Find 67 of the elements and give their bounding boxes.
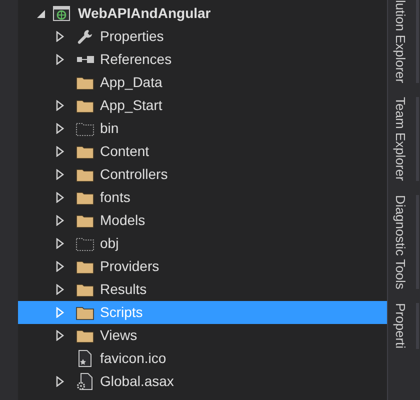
tree-item-label: Models [100, 211, 146, 230]
tree-item[interactable]: Results [18, 278, 387, 301]
tree-item-label: App_Data [100, 73, 162, 92]
tree-item-label: Content [100, 142, 150, 161]
tree-item[interactable]: favicon.ico [18, 347, 387, 370]
tree-item[interactable]: Controllers [18, 163, 387, 186]
tree-item-label: Global.asax [100, 372, 174, 391]
tree-item[interactable]: Properties [18, 25, 387, 48]
tree-item[interactable]: Global.asax [18, 370, 387, 393]
tree-item[interactable]: App_Data [18, 71, 387, 94]
tree-item-label: bin [100, 119, 119, 138]
dotted-folder-icon [76, 236, 94, 251]
expand-arrow-icon[interactable] [56, 376, 64, 387]
expand-arrow-icon[interactable] [56, 192, 64, 203]
expand-arrow-icon[interactable] [56, 146, 64, 157]
tree-item[interactable]: bin [18, 117, 387, 140]
tree-item-label: obj [100, 234, 119, 253]
side-tab[interactable]: lution Explorer [388, 0, 420, 84]
expand-arrow-icon[interactable] [56, 169, 64, 180]
expand-arrow-icon[interactable] [56, 100, 64, 111]
folder-icon [76, 305, 94, 320]
expand-arrow-icon[interactable] [56, 261, 64, 272]
file-icon [78, 350, 92, 367]
dotted-folder-icon [76, 121, 94, 136]
tree-item-label: Scripts [100, 303, 143, 322]
tree-item-label: References [100, 50, 172, 69]
expand-arrow-icon[interactable] [56, 54, 64, 65]
tree-item-label: Providers [100, 257, 160, 276]
tree-item[interactable]: Models [18, 209, 387, 232]
tree-item[interactable]: References [18, 48, 387, 71]
folder-icon [76, 328, 94, 343]
tree-item[interactable]: fonts [18, 186, 387, 209]
tree-item[interactable]: Views [18, 324, 387, 347]
folder-icon [76, 259, 94, 274]
side-tab[interactable]: Diagnostic Tools [388, 194, 420, 290]
tree-item-label: fonts [100, 188, 130, 207]
folder-icon [76, 75, 94, 90]
gear-file-icon [76, 372, 94, 390]
web-project-icon [53, 6, 70, 21]
expand-arrow-icon[interactable] [56, 330, 64, 341]
tree-item[interactable]: Content [18, 140, 387, 163]
expand-arrow-icon[interactable] [56, 31, 64, 42]
expand-arrow-icon[interactable] [56, 284, 64, 295]
folder-icon [76, 144, 94, 159]
project-name[interactable]: WebAPIAndAngular [78, 3, 211, 24]
side-tab[interactable]: Properti [388, 303, 420, 349]
folder-icon [76, 98, 94, 113]
expand-arrow-icon[interactable] [56, 123, 64, 134]
tree-item[interactable]: App_Start [18, 94, 387, 117]
expand-arrow-icon[interactable] [56, 238, 64, 249]
collapse-arrow-icon[interactable] [37, 10, 45, 18]
wrench-icon [76, 28, 94, 44]
tree-item-label: Results [100, 280, 147, 299]
side-tab[interactable]: Team Explorer [388, 97, 420, 181]
tree-item-label: favicon.ico [100, 349, 166, 368]
tree-item-label: App_Start [100, 96, 162, 115]
folder-icon [76, 213, 94, 228]
references-icon [76, 55, 94, 64]
tree-item[interactable]: obj [18, 232, 387, 255]
folder-icon [76, 190, 94, 205]
tree-item-label: Properties [100, 27, 164, 46]
tree-item-label: Views [100, 326, 138, 345]
expand-arrow-icon[interactable] [56, 215, 64, 226]
tree-item[interactable]: Providers [18, 255, 387, 278]
folder-icon [76, 167, 94, 182]
tree-item-label: Controllers [100, 165, 168, 184]
folder-icon [76, 282, 94, 297]
